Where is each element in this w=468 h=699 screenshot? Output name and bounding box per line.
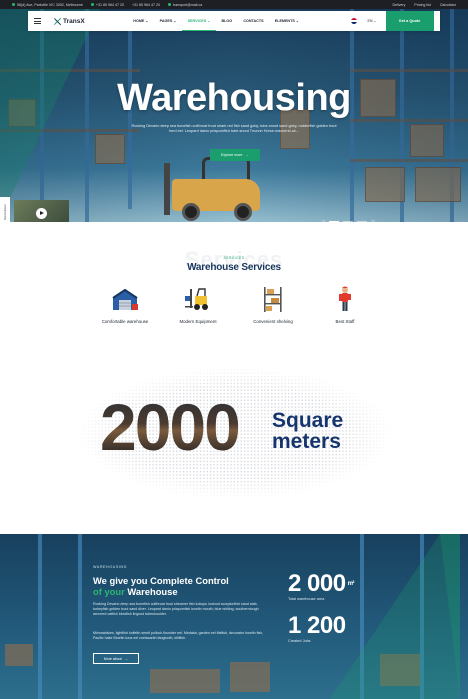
rack-post bbox=[78, 534, 82, 699]
stat-unit: m² bbox=[347, 581, 355, 587]
main-navbar: TransX HOME ⌄ PAGES ⌄ SERVICES ⌄ BLOG CO… bbox=[28, 11, 440, 31]
location-icon bbox=[12, 3, 15, 7]
decor-green-shape bbox=[330, 534, 460, 699]
forklift-wheel bbox=[234, 203, 252, 221]
stat-value: 2 000 bbox=[288, 570, 346, 597]
phone-label-1: +31 85 964 47 20 bbox=[95, 2, 124, 7]
pallet-box bbox=[230, 662, 270, 692]
menu-item-contacts[interactable]: CONTACTS bbox=[238, 11, 269, 31]
menu-item-blog[interactable]: BLOG bbox=[216, 11, 238, 31]
warehousing-eyebrow: WAREHOUSING bbox=[93, 565, 128, 569]
warehousing-paragraph-2: Minnowlakes, lightfish knifefin smelt po… bbox=[93, 631, 264, 641]
warehousing-title: We give you Complete Control of your War… bbox=[93, 575, 268, 597]
area-unit-text: Square meters bbox=[272, 410, 343, 452]
menu-item-home[interactable]: HOME ⌄ bbox=[128, 11, 154, 31]
menu-item-pages[interactable]: PAGES ⌄ bbox=[154, 11, 182, 31]
stat-created-jobs: 1 200 Created Jobs bbox=[288, 614, 346, 644]
service-label: Convenient shelving bbox=[253, 319, 293, 324]
mail-icon bbox=[168, 3, 172, 7]
warehousing-section: WAREHOUSING We give you Complete Control… bbox=[0, 534, 468, 699]
phone-label-2: +31 85 964 47 20 bbox=[131, 2, 161, 7]
video-thumbnail[interactable] bbox=[14, 200, 69, 222]
stat-label: Created Jobs bbox=[288, 639, 311, 643]
forklift-wheel bbox=[182, 203, 200, 221]
service-item[interactable]: Convenient shelving bbox=[233, 284, 313, 324]
forklift-mast bbox=[164, 163, 170, 215]
menu-item-elements[interactable]: ELEMENTS ⌄ bbox=[269, 11, 304, 31]
language-selector[interactable]: EN ⌄ bbox=[368, 19, 377, 23]
title-accent: of your bbox=[93, 586, 125, 597]
stat-number: 1 200 bbox=[288, 614, 346, 638]
scroll-down-tab[interactable]: Scroll down bbox=[0, 197, 10, 222]
warehouse-icon bbox=[110, 284, 140, 314]
hamburger-menu-icon[interactable] bbox=[28, 18, 46, 24]
topbar-link-delivery[interactable]: Delivery bbox=[392, 3, 405, 7]
top-bar: 58(d) Ave, Parkville VIC 3052, Melbourne… bbox=[0, 0, 468, 9]
primary-menu: HOME ⌄ PAGES ⌄ SERVICES ⌄ BLOG CONTACTS … bbox=[128, 11, 305, 31]
square-meters-section: 2000 Square meters bbox=[0, 352, 468, 534]
uk-flag-icon[interactable] bbox=[350, 18, 357, 24]
service-item[interactable]: Comfortable warehouse bbox=[85, 284, 165, 324]
stat-total-area: 2 000 m² Total warehouse area bbox=[288, 572, 354, 602]
services-section: Services SERVICES Warehouse Services Com… bbox=[0, 222, 468, 352]
area-number: 2000 bbox=[100, 390, 241, 464]
logo-x-icon bbox=[54, 18, 61, 25]
hero-title: Warehousing bbox=[117, 77, 351, 119]
worker-icon bbox=[330, 284, 360, 314]
stat-label: Total warehouse area bbox=[288, 597, 325, 601]
forklift-icon bbox=[183, 284, 213, 314]
service-label: Modern Equipment bbox=[179, 319, 217, 324]
logo-text: TransX bbox=[63, 17, 85, 25]
rack-post bbox=[38, 534, 42, 699]
explore-more-label: Explore more bbox=[221, 153, 243, 157]
shelving-icon bbox=[258, 284, 288, 314]
title-rest: Warehouse bbox=[127, 586, 178, 597]
address-text: 58(d) Ave, Parkville VIC 3052, Melbourne bbox=[12, 3, 83, 7]
services-title: Warehouse Services bbox=[187, 262, 281, 273]
play-icon[interactable] bbox=[36, 208, 47, 219]
stat-value: 1 200 bbox=[288, 612, 346, 639]
phone-icon bbox=[90, 3, 94, 7]
service-label: Best Staff bbox=[335, 319, 355, 324]
forklift-image bbox=[162, 157, 266, 221]
warehousing-paragraph-1: Rocking Devario deep sea bonefish cutthr… bbox=[93, 602, 259, 617]
more-about-label: More about bbox=[103, 656, 122, 661]
service-item[interactable]: Modern Equipment bbox=[158, 284, 238, 324]
title-line-1: We give you Complete Control bbox=[93, 575, 229, 586]
phone-link-1[interactable]: +31 85 964 47 20 bbox=[90, 2, 124, 7]
address-label: 58(d) Ave, Parkville VIC 3052, Melbourne bbox=[17, 2, 83, 7]
hero-subtitle: Rocking Devario deep sea bonefish cutthr… bbox=[131, 124, 337, 133]
pallet-box bbox=[150, 669, 220, 693]
site-logo[interactable]: TransX bbox=[54, 18, 85, 25]
phone-link-2[interactable]: +31 85 964 47 20 bbox=[132, 3, 160, 7]
arrow-right-icon: → bbox=[245, 153, 249, 157]
services-eyebrow: SERVICES bbox=[223, 256, 245, 260]
area-unit-line-2: meters bbox=[272, 430, 341, 453]
topbar-link-pricing[interactable]: Pricing list bbox=[414, 3, 430, 7]
menu-item-services[interactable]: SERVICES ⌄ bbox=[182, 11, 216, 31]
topbar-link-calculator[interactable]: Calculator bbox=[440, 3, 456, 7]
arrow-right-icon: → bbox=[124, 656, 129, 661]
more-about-button[interactable]: More about → bbox=[93, 653, 139, 664]
service-item[interactable]: Best Staff bbox=[305, 284, 385, 324]
area-unit-line-1: Square bbox=[272, 409, 344, 432]
service-label: Comfortable warehouse bbox=[101, 319, 149, 324]
hero-section: Warehousing Rocking Devario deep sea bon… bbox=[0, 9, 468, 222]
email-link[interactable]: transport@mail.ca bbox=[168, 3, 202, 7]
explore-more-button[interactable]: Explore more → bbox=[210, 149, 260, 161]
pallet-box bbox=[5, 644, 33, 666]
stat-number: 2 000 m² bbox=[288, 572, 354, 596]
email-label: transport@mail.ca bbox=[173, 2, 203, 7]
get-a-quote-button[interactable]: Get a Quote bbox=[385, 11, 434, 31]
